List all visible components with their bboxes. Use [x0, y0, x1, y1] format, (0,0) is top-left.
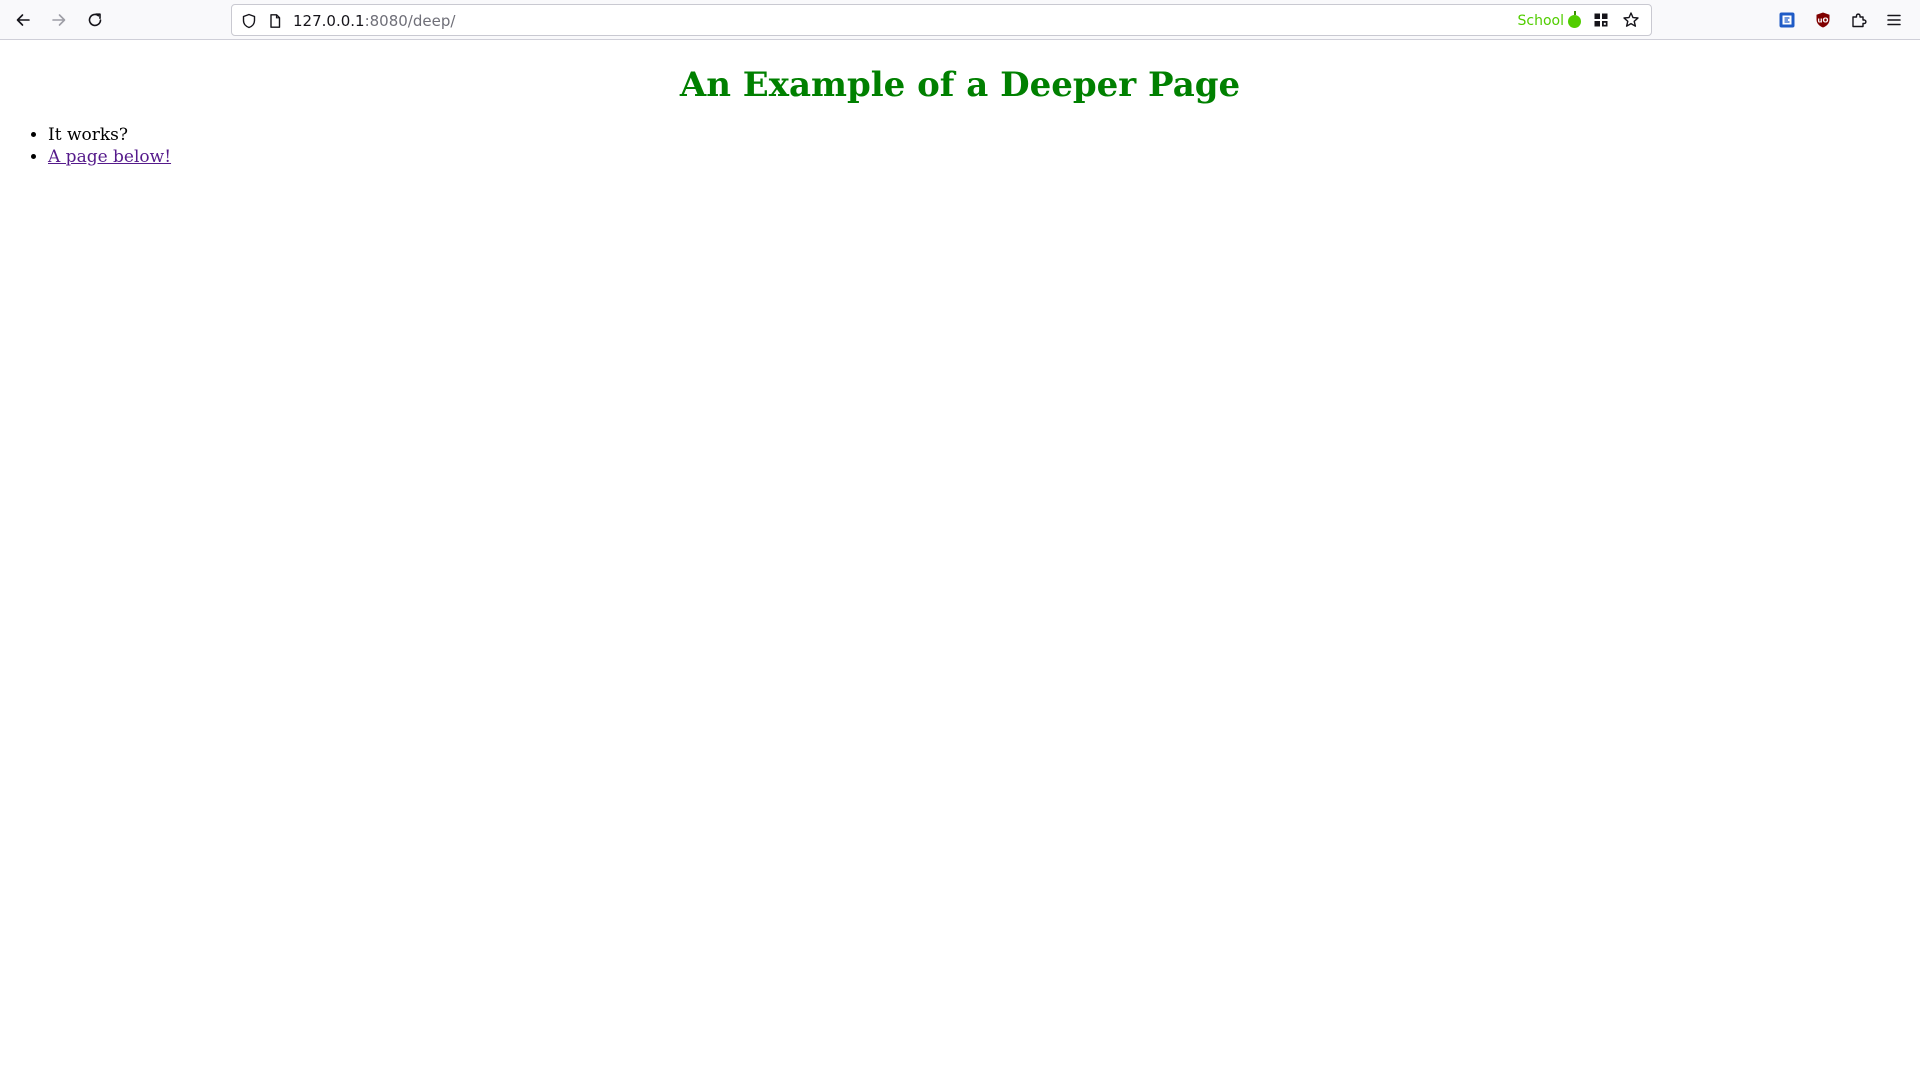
ublock-button[interactable]: uO	[1809, 6, 1837, 34]
page-title: An Example of a Deeper Page	[679, 65, 1241, 105]
address-bar[interactable]: 127.0.0.1:8080/deep/ School	[231, 4, 1652, 36]
list-item: It works?	[48, 124, 171, 146]
reload-icon	[88, 13, 102, 27]
page-content: An Example of a Deeper Page It works? A …	[0, 41, 1920, 1080]
ublock-icon: uO	[1816, 12, 1830, 28]
bookmark-star-icon	[1623, 12, 1639, 27]
list-item: A page below!	[48, 146, 171, 168]
bookmark-button[interactable]	[1617, 6, 1645, 34]
extensions-puzzle-icon	[1852, 13, 1867, 28]
grid-button[interactable]	[1587, 6, 1615, 34]
svg-text:uO: uO	[1818, 17, 1829, 25]
forward-arrow-icon	[52, 14, 66, 26]
reload-button[interactable]	[81, 6, 109, 34]
extension-blue-button[interactable]	[1773, 6, 1801, 34]
container-indicator[interactable]: School	[1517, 10, 1581, 30]
url-host: 127.0.0.1	[293, 12, 365, 30]
browser-toolbar: 127.0.0.1:8080/deep/ School uO	[0, 0, 1920, 40]
back-button[interactable]	[9, 6, 37, 34]
shield-icon[interactable]	[240, 12, 258, 30]
menu-button[interactable]	[1880, 6, 1908, 34]
page-icon[interactable]	[266, 12, 284, 30]
back-arrow-icon	[16, 14, 30, 26]
extension-blue-icon	[1779, 12, 1795, 28]
page-below-link[interactable]: A page below!	[48, 147, 171, 167]
extensions-button[interactable]	[1845, 6, 1873, 34]
apple-icon	[1568, 10, 1581, 28]
forward-button[interactable]	[45, 6, 73, 34]
container-label: School	[1517, 13, 1564, 29]
grid-icon	[1594, 13, 1608, 27]
list-item-text: It works?	[48, 125, 129, 145]
url-path: :8080/deep/	[364, 12, 456, 30]
hamburger-menu-icon	[1887, 14, 1901, 26]
url-text[interactable]: 127.0.0.1:8080/deep/	[293, 12, 455, 30]
item-list: It works? A page below!	[0, 124, 171, 168]
